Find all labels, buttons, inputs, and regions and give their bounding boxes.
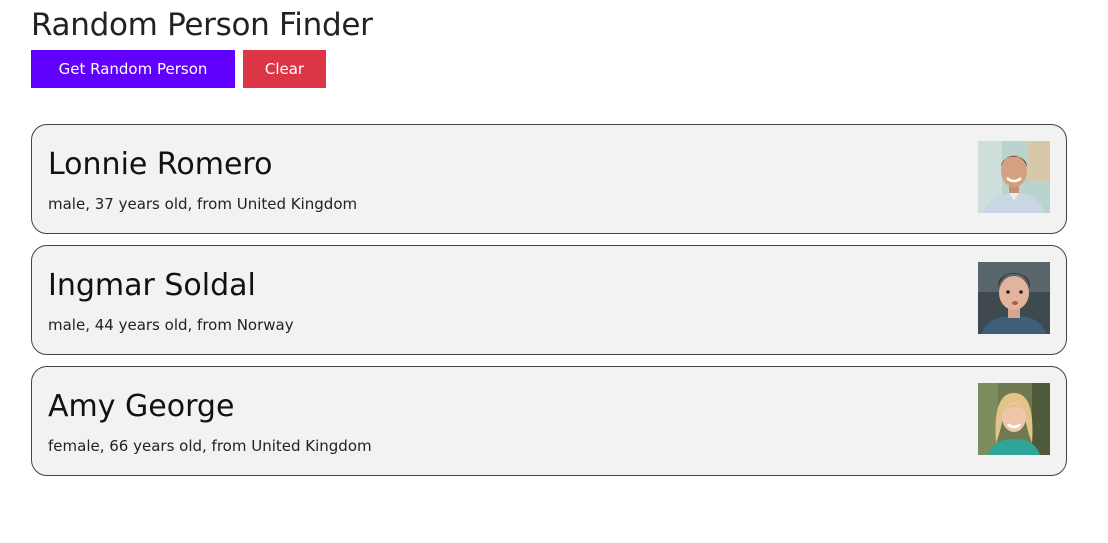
person-card: Amy George female, 66 years old, from Un…: [31, 366, 1067, 476]
man-portrait-icon: [978, 262, 1050, 334]
avatar: [978, 262, 1050, 334]
avatar: [978, 141, 1050, 213]
person-card: Ingmar Soldal male, 44 years old, from N…: [31, 245, 1067, 355]
get-random-person-button[interactable]: Get Random Person: [31, 50, 235, 88]
person-name: Ingmar Soldal: [48, 268, 256, 303]
person-details: female, 66 years old, from United Kingdo…: [48, 437, 372, 455]
clear-button[interactable]: Clear: [243, 50, 326, 88]
avatar: [978, 383, 1050, 455]
person-card: Lonnie Romero male, 37 years old, from U…: [31, 124, 1067, 234]
person-details: male, 37 years old, from United Kingdom: [48, 195, 358, 213]
person-details: male, 44 years old, from Norway: [48, 316, 294, 334]
page-title: Random Person Finder: [31, 7, 373, 43]
man-portrait-icon: [978, 141, 1050, 213]
person-name: Lonnie Romero: [48, 147, 273, 182]
app-root: Random Person Finder Get Random Person C…: [0, 0, 1108, 543]
toolbar: Get Random Person Clear: [31, 50, 326, 88]
person-name: Amy George: [48, 389, 235, 424]
people-list: Lonnie Romero male, 37 years old, from U…: [31, 124, 1067, 487]
woman-portrait-icon: [978, 383, 1050, 455]
